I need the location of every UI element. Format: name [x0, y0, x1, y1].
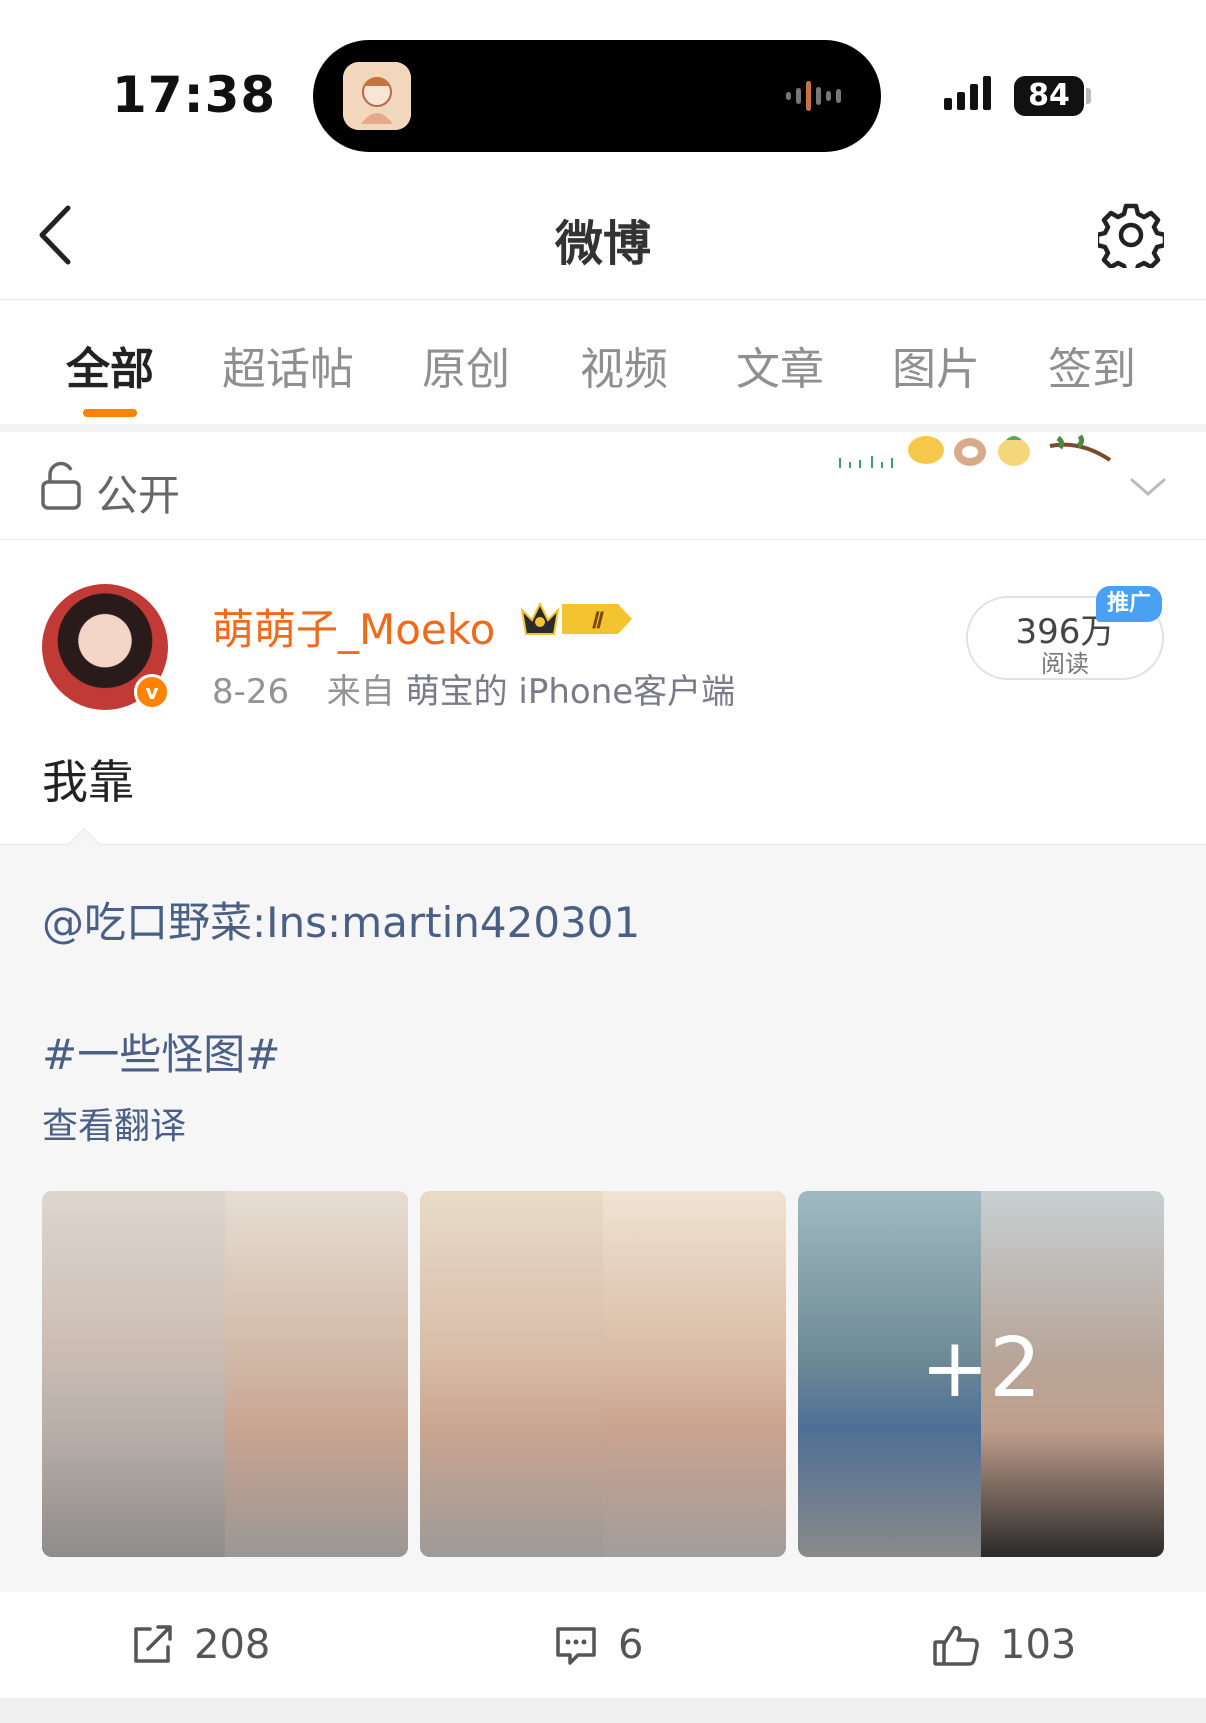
- post-text: 我靠: [42, 755, 134, 809]
- settings-button[interactable]: [1094, 202, 1168, 277]
- tab-supertopic[interactable]: 超话帖: [222, 333, 354, 397]
- topic-hashtag[interactable]: #一些怪图#: [42, 1021, 280, 1082]
- dynamic-island: [313, 40, 881, 152]
- repost-body: :Ins:martin420301: [252, 898, 641, 947]
- like-count: 103: [1000, 1622, 1077, 1668]
- image-thumbnail[interactable]: [42, 1191, 408, 1557]
- repost-notch: [67, 828, 101, 862]
- page-title: 微博: [554, 216, 651, 272]
- battery-icon: 84: [1014, 76, 1084, 116]
- post-date: 8-26: [212, 672, 290, 712]
- reads-label: 阅读: [1041, 650, 1089, 678]
- status-time: 17:38: [112, 66, 277, 124]
- battery-tip: [1086, 88, 1091, 104]
- repost-block[interactable]: @吃口野菜:Ins:martin420301 #一些怪图# 查看翻译 +2: [0, 828, 1206, 1592]
- comment-count: 6: [618, 1622, 644, 1668]
- thumbs-up-icon: [933, 1625, 979, 1666]
- username[interactable]: 萌萌子_Moeko: [212, 596, 495, 657]
- chevron-down-icon[interactable]: [1126, 472, 1170, 502]
- now-playing-app-icon: [343, 62, 411, 130]
- decoration-sticker-icon: [839, 434, 1112, 468]
- image-thumbnail[interactable]: [420, 1191, 786, 1557]
- signal-icon: [944, 76, 991, 110]
- visibility-row[interactable]: 公开: [0, 432, 1206, 540]
- share-button[interactable]: 208: [130, 1622, 270, 1668]
- crown-badge-icon[interactable]: Ⅱ: [518, 596, 636, 642]
- image-grid: +2: [42, 1191, 1164, 1557]
- status-bar: 17:38 84: [0, 0, 1206, 160]
- tab-video[interactable]: 视频: [580, 333, 668, 397]
- post-meta: 8-26 来自 萌宝的 iPhone客户端: [212, 664, 735, 713]
- share-icon: [134, 1625, 172, 1663]
- gear-icon: [1094, 203, 1168, 277]
- image-thumbnail-more[interactable]: +2: [798, 1191, 1164, 1557]
- repost-text: @吃口野菜:Ins:martin420301: [42, 889, 640, 950]
- share-count: 208: [194, 1622, 271, 1668]
- post-source-prefix: 来自: [326, 672, 395, 712]
- promo-tag: 推广: [1096, 586, 1162, 622]
- repost-mention[interactable]: @吃口野菜: [42, 898, 252, 947]
- post-source[interactable]: 萌宝的 iPhone客户端: [406, 672, 736, 712]
- nav-bar: 微博: [0, 160, 1206, 300]
- tab-checkin[interactable]: 签到: [1048, 333, 1136, 397]
- comment-icon: [556, 1627, 596, 1665]
- tab-original[interactable]: 原创: [422, 333, 510, 397]
- unlock-icon: [41, 461, 81, 510]
- divider: [0, 424, 1206, 432]
- comment-button[interactable]: 6: [554, 1622, 643, 1668]
- translate-link[interactable]: 查看翻译: [42, 1097, 186, 1149]
- audio-wave-icon: [786, 78, 841, 114]
- like-button[interactable]: 103: [932, 1622, 1076, 1668]
- action-bar: 208 6 103: [0, 1594, 1206, 1698]
- more-images-count: +2: [920, 1321, 1042, 1416]
- verified-badge: v: [134, 674, 170, 710]
- filter-tabs: 全部 超话帖 原创 视频 文章 图片 签到: [0, 301, 1206, 425]
- active-tab-indicator: [83, 409, 137, 417]
- bottom-divider: [0, 1698, 1206, 1723]
- tab-article[interactable]: 文章: [736, 333, 824, 397]
- visibility-label: 公开: [96, 471, 181, 520]
- tab-all[interactable]: 全部: [66, 333, 154, 397]
- tab-images[interactable]: 图片: [892, 333, 980, 397]
